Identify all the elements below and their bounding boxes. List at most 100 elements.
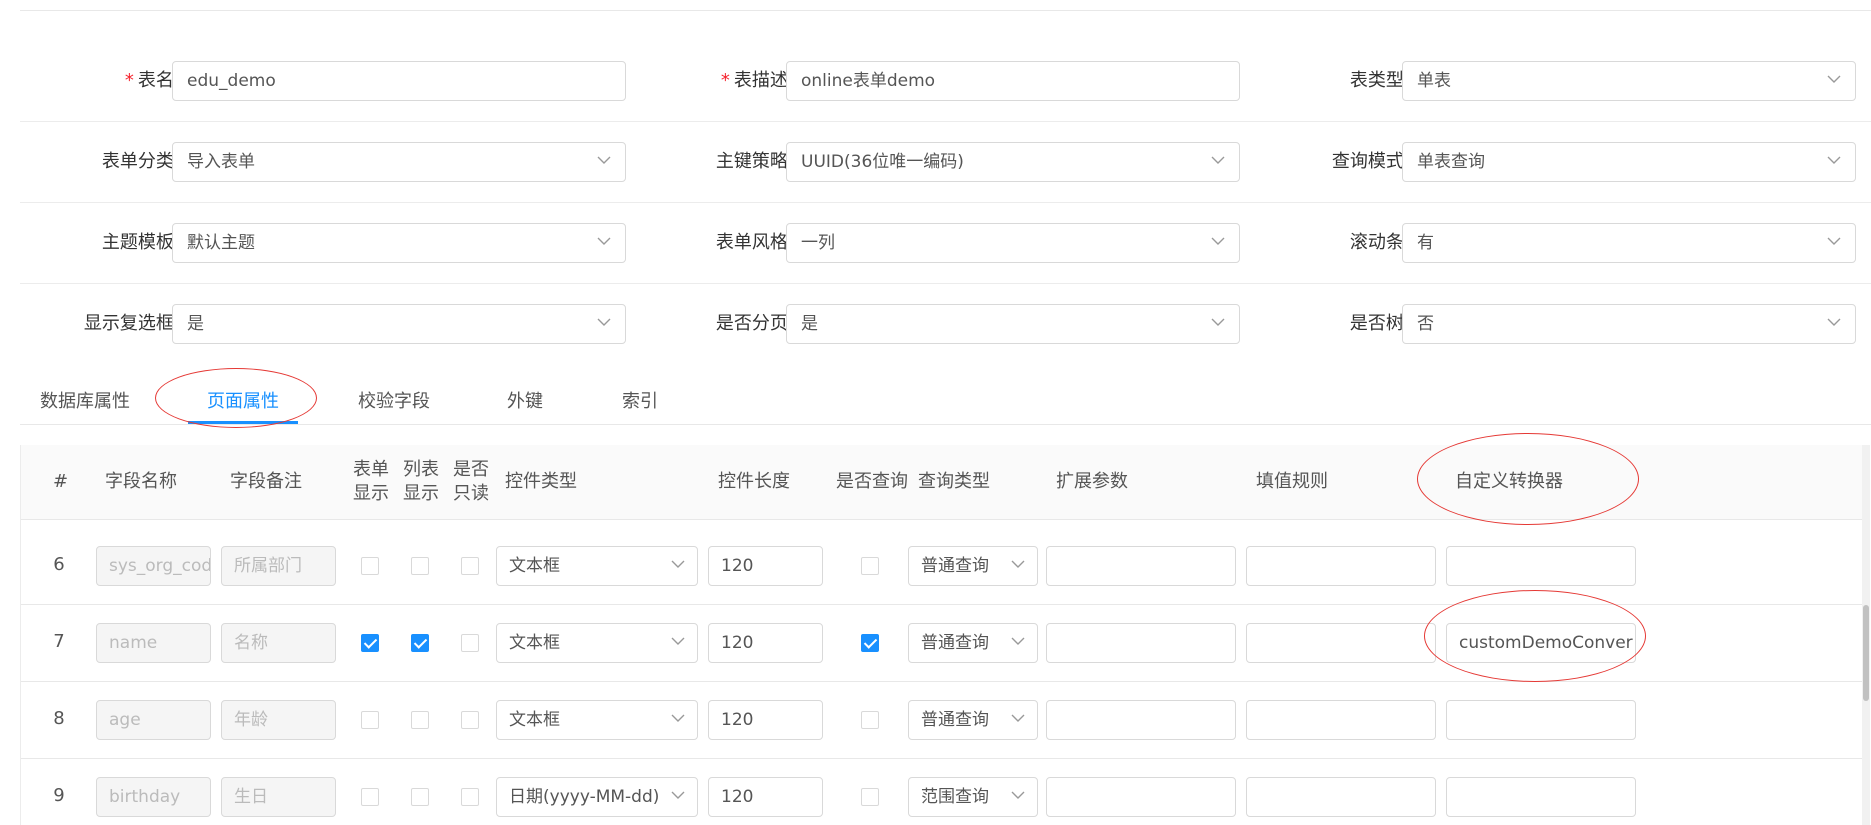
readonly-checkbox[interactable] [461,711,479,729]
query-type-select-text: 普通查询 [921,710,989,730]
scrollbar-thumb[interactable] [1863,605,1869,701]
custom-converter-input[interactable] [1446,777,1636,817]
readonly-checkbox[interactable] [461,788,479,806]
is-query-checkbox[interactable] [861,557,879,575]
form-value: edu_demo [187,71,276,91]
table-scrollbar[interactable] [1862,445,1870,825]
form-row: *表名:edu_demo*表描述:online表单demo表类型:单表 [20,40,1871,122]
query-type-select[interactable]: 普通查询 [908,546,1038,586]
fill-rule-input[interactable] [1246,623,1436,663]
form-select[interactable]: 默认主题 [172,223,626,263]
tab-indexes[interactable]: 索引 [622,387,658,413]
form-label-text: 是否分页 [715,313,788,334]
field-name-input-text: age [109,710,141,730]
tab-page-attributes[interactable]: 页面属性 [207,387,279,413]
form-select[interactable]: 是 [172,304,626,344]
field-name-input-text: name [109,633,158,653]
query-type-select[interactable]: 范围查询 [908,777,1038,817]
control-length-input[interactable]: 120 [708,623,823,663]
fill-rule-input[interactable] [1246,546,1436,586]
ext-params-input[interactable] [1046,623,1236,663]
chevron-down-icon [1827,62,1841,100]
field-remark-input: 名称 [221,623,336,663]
form-label-text: 主键策略 [715,151,788,172]
field-remark-input-text: 名称 [234,633,268,653]
list-show-checkbox[interactable] [411,557,429,575]
form-label-text: 是否树 [1349,313,1404,334]
form-input[interactable]: online表单demo [786,61,1240,101]
query-type-select-text: 范围查询 [921,787,989,807]
list-show-checkbox[interactable] [411,788,429,806]
column-header-control-type: 控件类型 [505,471,577,492]
custom-converter-input[interactable] [1446,546,1636,586]
query-type-select[interactable]: 普通查询 [908,623,1038,663]
chevron-down-icon [1827,224,1841,262]
form-label-text: 滚动条 [1349,232,1404,253]
ext-params-input[interactable] [1046,546,1236,586]
field-table: # 字段名称 字段备注 表单 显示 列表 显示 是否 只读 控件类型 控件长度 … [20,445,1869,825]
query-type-select[interactable]: 普通查询 [908,700,1038,740]
control-length-input[interactable]: 120 [708,700,823,740]
chevron-down-icon [671,624,685,646]
form-input[interactable]: edu_demo [172,61,626,101]
form-value: online表单demo [801,71,936,91]
query-type-select-text: 普通查询 [921,556,989,576]
form-select[interactable]: 导入表单 [172,142,626,182]
tab-database-attributes[interactable]: 数据库属性 [40,387,130,413]
form-label-text: 表单分类 [101,151,174,172]
control-length-input[interactable]: 120 [708,546,823,586]
chevron-down-icon [1011,778,1025,800]
control-length-input-text: 120 [721,556,754,576]
form-select[interactable]: UUID(36位唯一编码) [786,142,1240,182]
is-query-checkbox[interactable] [861,634,879,652]
form-label-text: 表类型 [1349,70,1404,91]
form-show-checkbox[interactable] [361,711,379,729]
field-remark-input-text: 生日 [234,787,268,807]
field-name-input: birthday [96,777,211,817]
control-type-select-text: 日期(yyyy-MM-dd) [509,787,660,807]
form-show-checkbox[interactable] [361,634,379,652]
control-type-select[interactable]: 日期(yyyy-MM-dd) [496,777,698,817]
chevron-down-icon [597,143,611,181]
control-type-select[interactable]: 文本框 [496,546,698,586]
custom-converter-input[interactable] [1446,700,1636,740]
form-select[interactable]: 有 [1402,223,1856,263]
list-show-checkbox[interactable] [411,711,429,729]
control-length-input-text: 120 [721,787,754,807]
form-value: 单表查询 [1417,152,1485,172]
custom-converter-input[interactable]: customDemoConver [1446,623,1636,663]
control-type-select[interactable]: 文本框 [496,700,698,740]
form-select[interactable]: 一列 [786,223,1240,263]
is-query-checkbox[interactable] [861,711,879,729]
fill-rule-input[interactable] [1246,777,1436,817]
ext-params-input[interactable] [1046,777,1236,817]
form-value: 有 [1417,233,1434,253]
form-select[interactable]: 单表查询 [1402,142,1856,182]
form-select[interactable]: 单表 [1402,61,1856,101]
form-value: 否 [1417,314,1434,334]
form-value: UUID(36位唯一编码) [801,152,964,172]
top-divider [20,10,1871,11]
form-select[interactable]: 是 [786,304,1240,344]
list-show-checkbox[interactable] [411,634,429,652]
control-type-select-text: 文本框 [509,710,560,730]
form-show-checkbox[interactable] [361,557,379,575]
control-type-select[interactable]: 文本框 [496,623,698,663]
ext-params-input[interactable] [1046,700,1236,740]
fill-rule-input[interactable] [1246,700,1436,740]
tab-foreign-keys[interactable]: 外键 [507,387,543,413]
form-label: 主键策略: [716,142,796,182]
readonly-checkbox[interactable] [461,634,479,652]
chevron-down-icon [671,547,685,569]
form-show-checkbox[interactable] [361,788,379,806]
readonly-checkbox[interactable] [461,557,479,575]
is-query-checkbox[interactable] [861,788,879,806]
column-header-field-remark: 字段备注 [230,471,302,492]
form-row: 显示复选框:是是否分页:是是否树:否 [20,283,1871,364]
tab-validation-fields[interactable]: 校验字段 [358,387,430,413]
chevron-down-icon [1011,624,1025,646]
form-select[interactable]: 否 [1402,304,1856,344]
table-row: 6 sys_org_code 所属部门 文本框 120 普通查询 [21,528,1869,605]
column-header-field-name: 字段名称 [105,471,177,492]
control-length-input[interactable]: 120 [708,777,823,817]
